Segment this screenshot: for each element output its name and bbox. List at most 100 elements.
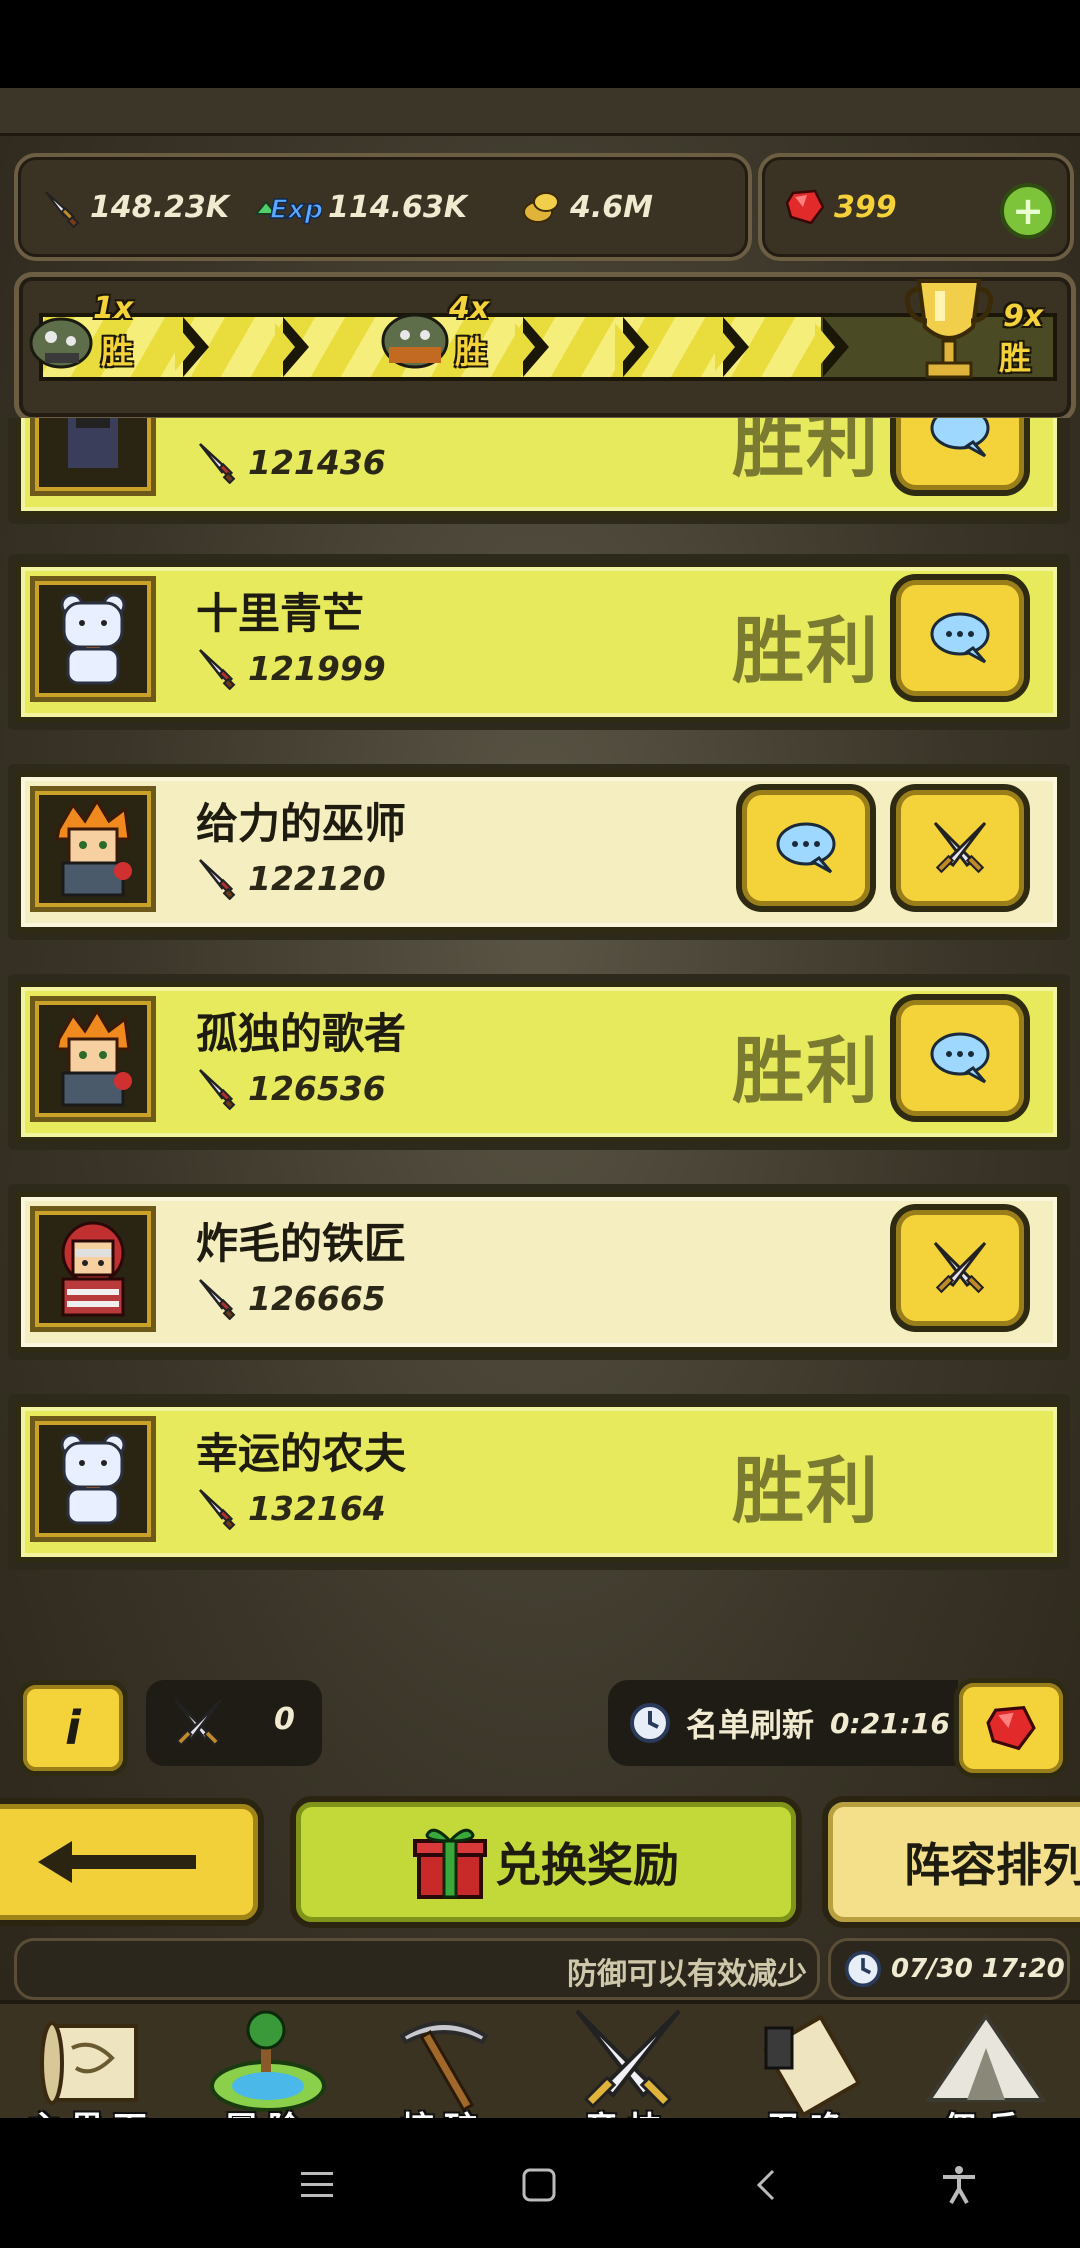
sword-icon bbox=[199, 649, 236, 690]
gold-coin-icon bbox=[518, 184, 564, 230]
system-navigation-bar bbox=[0, 2118, 1080, 2248]
sword-icon bbox=[38, 184, 84, 230]
battle-button[interactable] bbox=[890, 1204, 1030, 1332]
chat-bubble-icon bbox=[776, 822, 836, 874]
victory-label: 胜利 bbox=[731, 418, 880, 487]
trophy-icon bbox=[904, 279, 994, 379]
power-rating: 132164 bbox=[196, 1486, 386, 1530]
opponent-name: 给力的巫师 bbox=[196, 799, 407, 848]
victory-label: 胜利 bbox=[731, 1029, 880, 1113]
victory-label: 胜利 bbox=[731, 609, 880, 693]
avatar bbox=[30, 576, 156, 702]
opponent-row[interactable]: 给力的巫师 122120 bbox=[8, 764, 1070, 940]
lineup-button[interactable]: 阵容排列 bbox=[822, 1796, 1080, 1928]
add-gems-button[interactable]: + bbox=[1000, 183, 1056, 239]
attack-resource: 148.23K bbox=[38, 185, 229, 229]
progress-chevron bbox=[515, 317, 549, 377]
orc-icon bbox=[381, 313, 449, 369]
progress-chevron bbox=[175, 317, 209, 377]
attack-value: 148.23K bbox=[90, 189, 230, 225]
chat-button[interactable] bbox=[890, 574, 1030, 702]
milestone-9x[interactable]: 9x 胜 bbox=[889, 271, 1043, 381]
exchange-rewards-button[interactable]: 兑换奖励 bbox=[290, 1796, 802, 1928]
chat-bubble-icon bbox=[930, 612, 990, 664]
avatar bbox=[30, 786, 156, 912]
victory-label: 胜利 bbox=[731, 1449, 880, 1533]
accessibility-icon[interactable] bbox=[924, 2150, 994, 2220]
battle-button[interactable] bbox=[890, 784, 1030, 912]
bottom-navigation: 主界面 冒险 挖矿 竞技 召唤 bbox=[0, 2000, 1080, 2118]
exp-value: 114.63K bbox=[328, 189, 468, 225]
news-ticker: 防御可以有效减少 bbox=[14, 1938, 820, 2000]
wizard-avatar-icon bbox=[55, 799, 132, 897]
crossed-swords-icon bbox=[933, 821, 987, 874]
chat-button[interactable] bbox=[890, 994, 1030, 1122]
opponent-row[interactable]: 幸运的农夫 132164 胜利 bbox=[8, 1394, 1070, 1570]
menu-icon[interactable] bbox=[282, 2150, 352, 2220]
gem-refresh-button[interactable] bbox=[954, 1678, 1068, 1778]
sword-icon bbox=[199, 1069, 236, 1110]
back-icon[interactable] bbox=[732, 2150, 802, 2220]
crossed-swords-icon bbox=[174, 1699, 222, 1746]
progress-chevron bbox=[615, 317, 649, 377]
crossed-swords-icon bbox=[933, 1241, 987, 1294]
sword-icon bbox=[199, 443, 236, 484]
sword-icon bbox=[199, 1279, 236, 1320]
back-arrow-icon bbox=[38, 1841, 196, 1883]
blacksmith-avatar-icon bbox=[61, 1221, 125, 1317]
nav-summon[interactable]: 召唤 bbox=[722, 2004, 898, 2118]
info-button[interactable]: i bbox=[18, 1680, 128, 1776]
nav-mining[interactable]: 挖矿 bbox=[356, 2004, 532, 2118]
home-icon[interactable] bbox=[504, 2150, 574, 2220]
progress-chevron bbox=[815, 317, 849, 377]
progress-chevron bbox=[715, 317, 749, 377]
milestone-1x[interactable]: 1x 胜 bbox=[19, 287, 139, 397]
win-streak-progress: 1x 胜 4x 胜 9x 胜 bbox=[14, 272, 1076, 422]
opponent-row[interactable]: 121436 胜利 bbox=[8, 418, 1070, 524]
crossed-swords-icon bbox=[575, 2009, 681, 2109]
game-screen: 148.23K Exp 114.63K 4.6M 399 + 1x 胜 4x 胜… bbox=[0, 88, 1080, 2118]
opponent-name: 炸毛的铁匠 bbox=[196, 1219, 407, 1268]
gem-panel: 399 + bbox=[758, 153, 1074, 261]
nav-arena[interactable]: 竞技 bbox=[540, 2004, 716, 2118]
chat-button[interactable] bbox=[736, 784, 876, 912]
milestone-4x[interactable]: 4x 胜 bbox=[369, 287, 489, 397]
opponent-name: 幸运的农夫 bbox=[196, 1429, 407, 1478]
goblin-icon bbox=[29, 317, 93, 369]
gem-resource: 399 bbox=[782, 185, 897, 229]
power-rating: 126536 bbox=[196, 1066, 386, 1110]
opponent-row[interactable]: 炸毛的铁匠 126665 bbox=[8, 1184, 1070, 1360]
nav-main-screen[interactable]: 主界面 bbox=[4, 2004, 180, 2118]
opponent-name: 孤独的歌者 bbox=[196, 1009, 407, 1058]
opponent-row[interactable]: 十里青芒 121999 胜利 bbox=[8, 554, 1070, 730]
opponent-row[interactable]: 孤独的歌者 126536 胜利 bbox=[8, 974, 1070, 1150]
chat-button[interactable] bbox=[890, 418, 1030, 496]
power-rating: 121436 bbox=[196, 440, 386, 484]
polar-bear-icon bbox=[60, 593, 126, 685]
sword-icon bbox=[199, 859, 236, 900]
avatar bbox=[30, 418, 156, 496]
power-rating: 122120 bbox=[196, 856, 386, 900]
list-refresh-timer: 名单刷新 0:21:16 bbox=[608, 1680, 958, 1766]
exp-resource: Exp 114.63K bbox=[252, 185, 467, 229]
sword-icon bbox=[199, 1489, 236, 1530]
power-rating: 121999 bbox=[196, 646, 386, 690]
opponent-name: 十里青芒 bbox=[196, 589, 365, 638]
chat-bubble-icon bbox=[930, 418, 990, 458]
progress-chevron bbox=[275, 317, 309, 377]
ruby-icon bbox=[986, 1705, 1036, 1751]
avatar bbox=[30, 1206, 156, 1332]
nav-adventure[interactable]: 冒险 bbox=[180, 2004, 356, 2118]
svg-text:Exp: Exp bbox=[270, 195, 322, 225]
polar-bear-icon bbox=[60, 1433, 126, 1525]
game-clock: 07/30 17:20 bbox=[828, 1938, 1070, 2000]
gold-resource: 4.6M bbox=[518, 185, 653, 229]
ruby-icon bbox=[782, 184, 828, 230]
nav-mercenary[interactable]: 佣兵 bbox=[898, 2004, 1074, 2118]
avatar bbox=[30, 996, 156, 1122]
gift-box-icon bbox=[413, 1828, 487, 1899]
opponent-list[interactable]: 121436 胜利 十里青芒 121999 胜利 给力的巫师 122120 孤独… bbox=[0, 418, 1080, 1680]
back-button[interactable] bbox=[0, 1798, 264, 1926]
chat-bubble-icon bbox=[930, 1032, 990, 1084]
attack-count: 0 bbox=[146, 1680, 322, 1766]
